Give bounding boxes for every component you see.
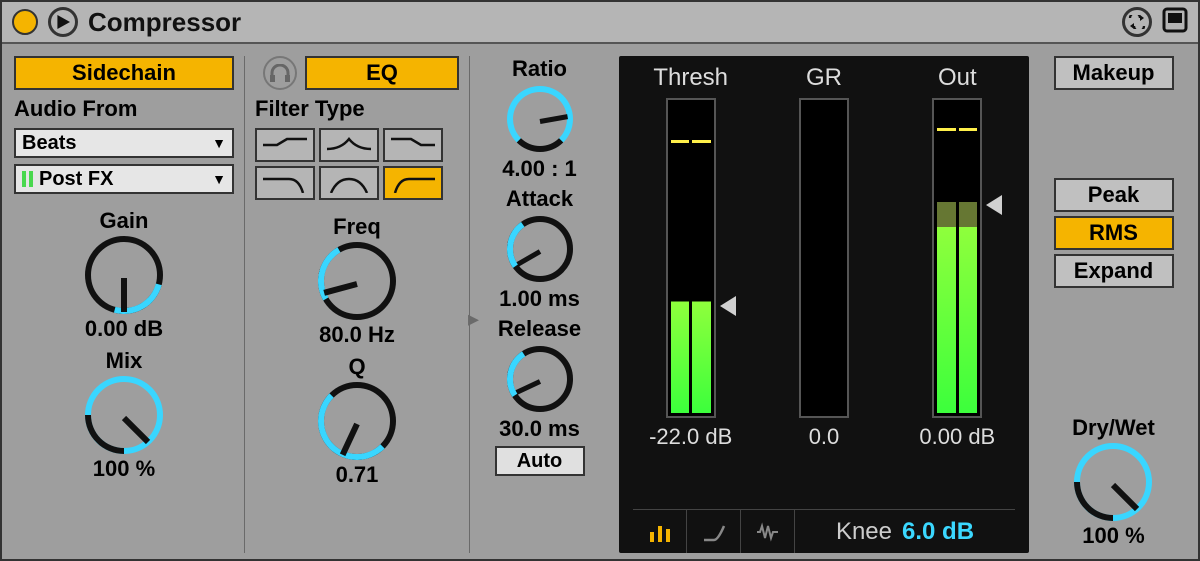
- headphone-listen-icon[interactable]: [263, 56, 297, 90]
- ratio-value: 4.00 : 1: [502, 156, 577, 182]
- release-value: 30.0 ms: [499, 416, 580, 442]
- freq-label: Freq: [333, 214, 381, 240]
- gain-knob[interactable]: [85, 236, 163, 314]
- knee-label: Knee: [836, 518, 892, 546]
- signal-bars-icon: [22, 171, 33, 187]
- attack-label: Attack: [506, 186, 573, 212]
- release-label: Release: [498, 316, 581, 342]
- compressor-device: Compressor Sidechain Audio From Beats ▼: [0, 0, 1200, 561]
- thresh-value[interactable]: -22.0 dB: [649, 424, 732, 450]
- gr-meter: [799, 98, 849, 418]
- device-titlebar: Compressor: [2, 2, 1198, 44]
- audio-from-source-select[interactable]: Beats ▼: [14, 128, 234, 158]
- mix-label: Mix: [106, 348, 143, 374]
- eq-tab-button[interactable]: EQ: [305, 56, 459, 90]
- hot-swap-icon[interactable]: [1122, 7, 1152, 37]
- view-collapsed-button[interactable]: [633, 510, 687, 553]
- out-value[interactable]: 0.00 dB: [919, 424, 995, 450]
- view-transfer-curve-button[interactable]: [687, 510, 741, 553]
- out-slider-handle[interactable]: [986, 195, 1002, 215]
- filter-bandpass-button[interactable]: [319, 166, 379, 200]
- save-preset-icon[interactable]: [1162, 7, 1188, 38]
- q-value: 0.71: [336, 462, 379, 488]
- sidechain-tab-button[interactable]: Sidechain: [14, 56, 234, 90]
- audio-from-label: Audio From: [14, 96, 234, 122]
- thresh-label: Thresh: [653, 64, 728, 92]
- gain-value: 0.00 dB: [85, 316, 163, 342]
- drywet-value: 100 %: [1082, 523, 1144, 549]
- knee-value[interactable]: 6.0 dB: [902, 518, 974, 546]
- filter-lowpass-button[interactable]: [255, 166, 315, 200]
- ratio-label: Ratio: [512, 56, 567, 82]
- view-activity-button[interactable]: [741, 510, 795, 553]
- gain-label: Gain: [100, 208, 149, 234]
- device-power-icon[interactable]: [48, 7, 78, 37]
- filter-type-label: Filter Type: [255, 96, 459, 122]
- filter-bell-button[interactable]: [319, 128, 379, 162]
- chevron-down-icon: ▼: [212, 135, 226, 151]
- drywet-label: Dry/Wet: [1072, 415, 1155, 441]
- freq-knob[interactable]: [318, 242, 396, 320]
- gr-value: 0.0: [809, 424, 840, 450]
- chevron-down-icon: ▼: [212, 171, 226, 187]
- q-label: Q: [348, 354, 365, 380]
- peak-mode-button[interactable]: Peak: [1054, 178, 1174, 212]
- thresh-slider-handle[interactable]: [720, 296, 736, 316]
- release-knob[interactable]: [507, 346, 573, 412]
- ratio-knob[interactable]: [507, 86, 573, 152]
- auto-release-button[interactable]: Auto: [495, 446, 585, 476]
- filter-highpass-button[interactable]: [383, 166, 443, 200]
- device-title: Compressor: [88, 7, 241, 38]
- audio-from-tap-select[interactable]: Post FX ▼: [14, 164, 234, 194]
- filter-highshelf-button[interactable]: [383, 128, 443, 162]
- filter-lowshelf-button[interactable]: [255, 128, 315, 162]
- makeup-button[interactable]: Makeup: [1054, 56, 1174, 90]
- meter-display: Thresh -22.0 dB GR: [619, 56, 1029, 553]
- device-activator-icon[interactable]: [12, 9, 38, 35]
- mix-value: 100 %: [93, 456, 155, 482]
- out-meter: [932, 98, 982, 418]
- rms-mode-button[interactable]: RMS: [1054, 216, 1174, 250]
- audio-from-source-value: Beats: [22, 132, 76, 155]
- thresh-meter: [666, 98, 716, 418]
- audio-from-tap-value: Post FX: [39, 168, 113, 191]
- q-knob[interactable]: [318, 382, 396, 460]
- expand-mode-button[interactable]: Expand: [1054, 254, 1174, 288]
- section-expand-arrow-icon[interactable]: ▸: [468, 306, 479, 332]
- gr-label: GR: [806, 64, 842, 92]
- out-label: Out: [938, 64, 977, 92]
- drywet-knob[interactable]: [1074, 443, 1152, 521]
- freq-value: 80.0 Hz: [319, 322, 395, 348]
- attack-knob[interactable]: [507, 216, 573, 282]
- attack-value: 1.00 ms: [499, 286, 580, 312]
- mix-knob[interactable]: [85, 376, 163, 454]
